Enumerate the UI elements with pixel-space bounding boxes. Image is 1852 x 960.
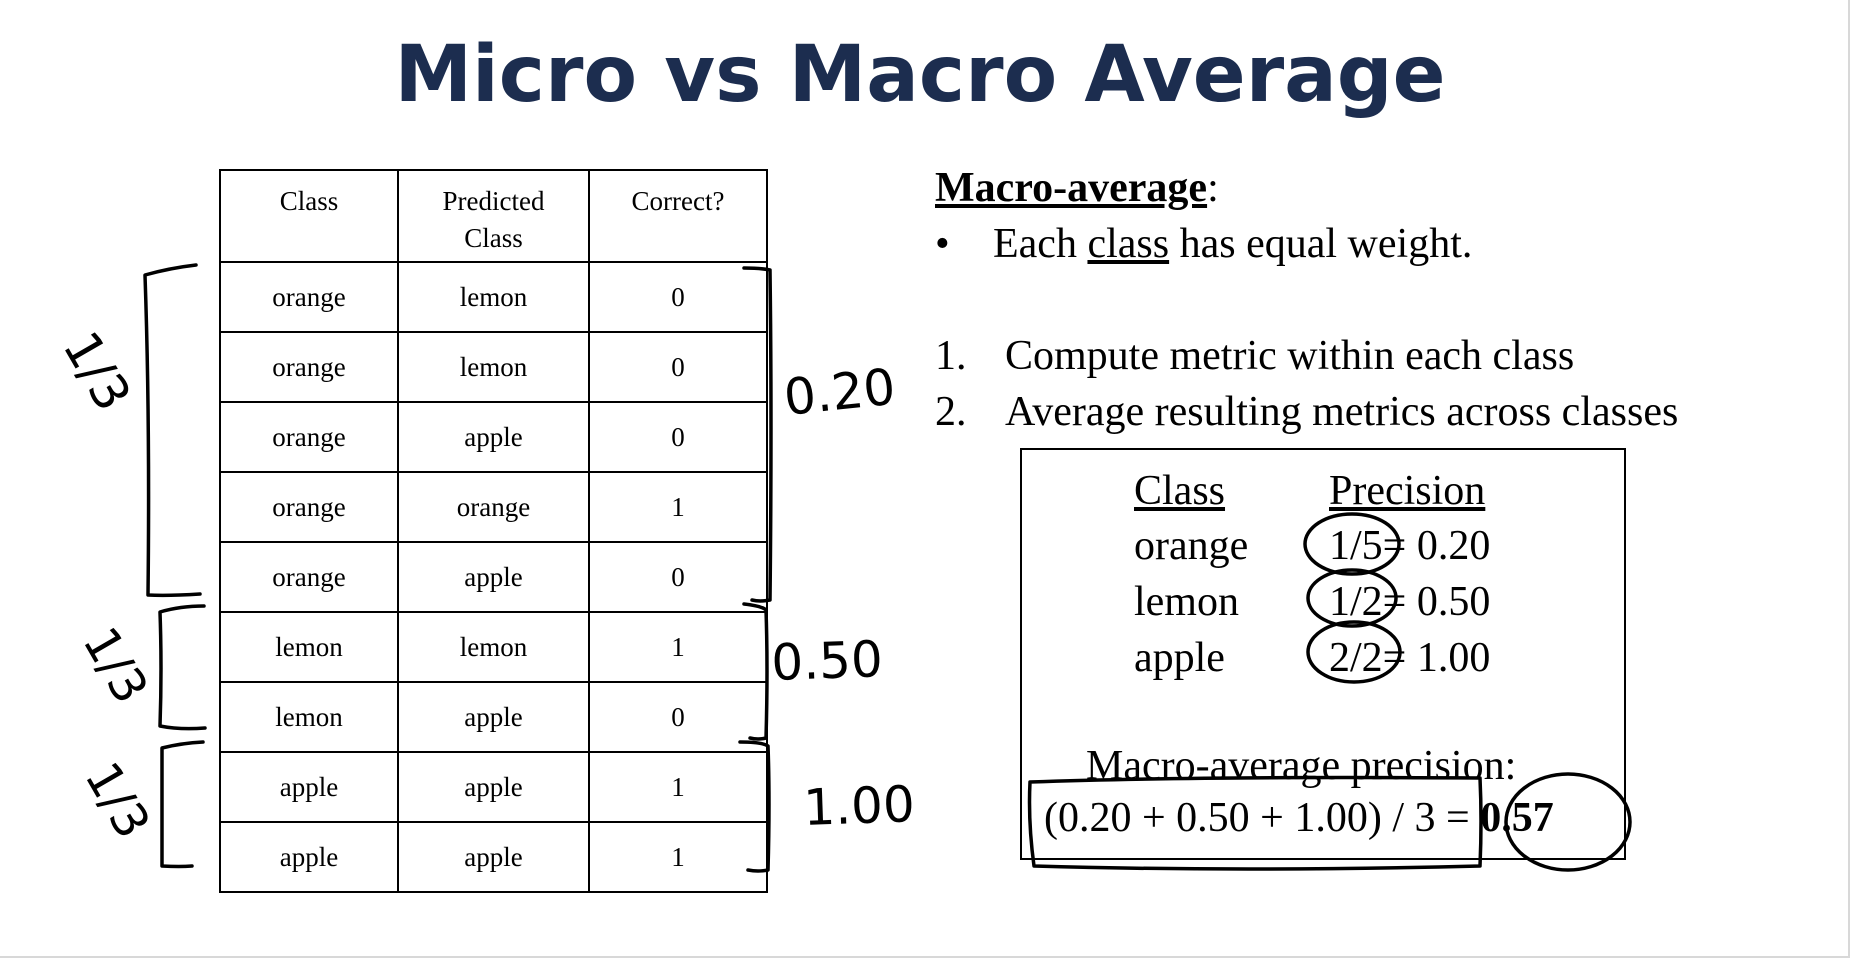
cell-predicted-class: lemon [397, 261, 590, 333]
value-lemon: 0.50 [770, 630, 883, 692]
header-predicted-class: Predicted Class [397, 169, 590, 263]
cell-correct: 0 [588, 401, 768, 473]
bracket-apple-group [160, 740, 205, 869]
precision-header-precision: Precision [1329, 468, 1486, 514]
precision-box: Class Precision orange 1/5= 0.20 lemon 1… [1020, 448, 1626, 860]
macro-heading: Macro-average [935, 165, 1208, 211]
weight-apple: 1/3 [74, 753, 161, 848]
slide-title: Micro vs Macro Average [394, 30, 1446, 120]
header-class: Class [219, 169, 399, 263]
cell-correct: 1 [588, 821, 768, 893]
value-orange: 0.20 [781, 358, 898, 427]
cell-correct: 0 [588, 541, 768, 613]
bullet-dot: • [935, 221, 950, 267]
weight-lemon: 1/3 [72, 618, 159, 713]
header-correct: Correct? [588, 169, 768, 263]
cell-correct: 1 [588, 611, 768, 683]
macro-description: Macro-average: • Each class has equal wei… [935, 160, 1472, 272]
step-item: 1. Compute metric within each class [935, 333, 1575, 379]
macro-heading-colon: : [1207, 165, 1219, 211]
steps-list: 1. Compute metric within each class 2. Ave… [935, 328, 1678, 440]
table-row: orange apple 0 [219, 541, 768, 613]
cell-predicted-class: apple [397, 681, 590, 753]
table-body: orange lemon 0 orange lemon 0 orange apple 0 oran… [219, 261, 768, 893]
cell-class: orange [219, 261, 399, 333]
cell-class: orange [219, 471, 399, 543]
precision-row: apple 2/2= 1.00 [1134, 635, 1491, 681]
cell-predicted-class: apple [397, 541, 590, 613]
step-item: 2. Average resulting metrics across class… [935, 389, 1679, 435]
cell-class: orange [219, 401, 399, 473]
macro-average-label: Macro-average precision: [1086, 743, 1517, 789]
cell-correct: 1 [588, 471, 768, 543]
weight-orange: 1/3 [52, 322, 142, 421]
macro-average-result: 0.57 [1480, 795, 1554, 841]
cell-correct: 0 [588, 261, 768, 333]
macro-average-formula: (0.20 + 0.50 + 1.00) / 3 = 0.57 [1044, 795, 1554, 841]
bullet-item: • Each class has equal weight. [935, 216, 1472, 272]
cell-correct: 0 [588, 331, 768, 403]
cell-correct: 1 [588, 751, 768, 823]
precision-header-class: Class [1134, 468, 1226, 514]
table-row: orange lemon 0 [219, 331, 768, 403]
precision-row: orange 1/5= 0.20 [1134, 523, 1491, 569]
cell-class: lemon [219, 681, 399, 753]
bracket-orange-group [143, 263, 202, 598]
cell-predicted-class: apple [397, 401, 590, 473]
table-row: orange orange 1 [219, 471, 768, 543]
cell-predicted-class: lemon [397, 611, 590, 683]
cell-correct: 0 [588, 681, 768, 753]
cell-predicted-class: apple [397, 751, 590, 823]
slide: Micro vs Macro Average Class Predicted Cl… [0, 0, 1850, 958]
table-row: orange apple 0 [219, 401, 768, 473]
precision-row: lemon 1/2= 0.50 [1134, 579, 1491, 625]
value-apple: 1.00 [802, 775, 915, 837]
cell-class: apple [219, 751, 399, 823]
bracket-lemon-group [158, 604, 207, 731]
table-row: apple apple 1 [219, 821, 768, 893]
table-row: orange lemon 0 [219, 261, 768, 333]
table-row: lemon apple 0 [219, 681, 768, 753]
prediction-table: Class Predicted Class Correct? orange lemo… [219, 169, 768, 893]
cell-predicted-class: apple [397, 821, 590, 893]
table-row: apple apple 1 [219, 751, 768, 823]
cell-class: orange [219, 541, 399, 613]
cell-class: orange [219, 331, 399, 403]
cell-predicted-class: orange [397, 471, 590, 543]
table-row: lemon lemon 1 [219, 611, 768, 683]
cell-predicted-class: lemon [397, 331, 590, 403]
precision-table: Class Precision orange 1/5= 0.20 lemon 1… [1134, 464, 1490, 686]
cell-class: lemon [219, 611, 399, 683]
cell-class: apple [219, 821, 399, 893]
